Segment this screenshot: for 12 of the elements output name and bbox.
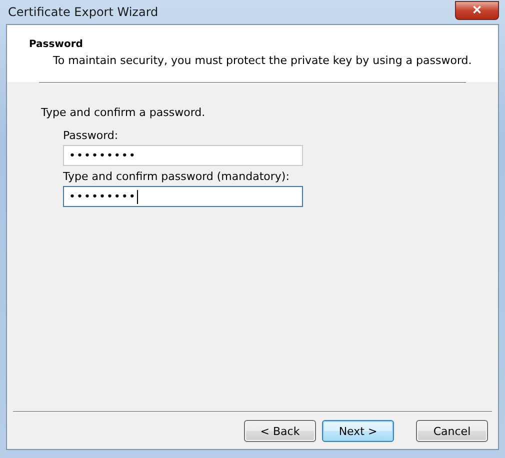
page-description: To maintain security, you must protect the private key by using a password. — [53, 54, 473, 67]
wizard-button[interactable]: Next > — [322, 420, 394, 442]
wizard-button[interactable]: Cancel — [416, 420, 488, 442]
close-button[interactable]: ✕ — [455, 0, 499, 20]
password-field[interactable]: ••••••••• — [63, 145, 303, 166]
password-field[interactable]: ••••••••• — [63, 186, 303, 207]
instruction-text: Type and confirm a password. — [41, 106, 206, 119]
field-label: Type and confirm password (mandatory): — [63, 170, 290, 183]
window-title: Certificate Export Wizard — [7, 5, 158, 19]
page-title: Password — [29, 39, 84, 50]
wizard-button[interactable]: < Back — [244, 420, 316, 442]
field-label: Password: — [63, 129, 120, 142]
